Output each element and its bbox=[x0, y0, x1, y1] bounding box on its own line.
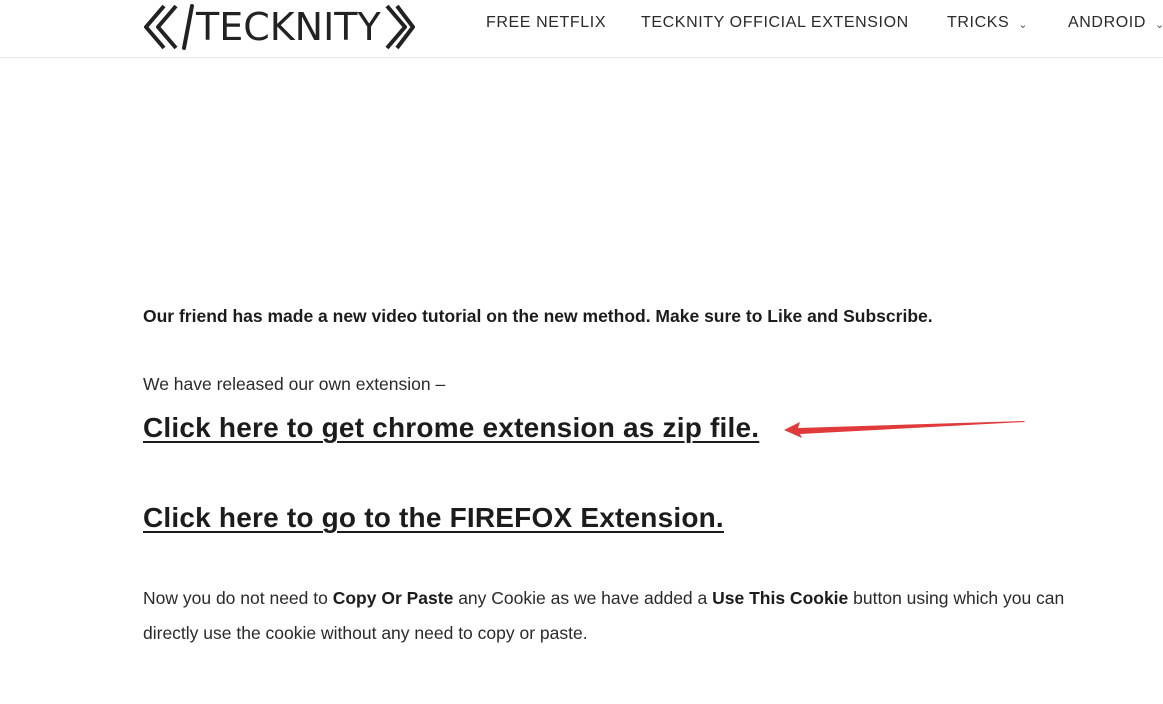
chrome-extension-link[interactable]: Click here to get chrome extension as zi… bbox=[143, 412, 759, 444]
nav-tecknity-official-extension[interactable]: TECKNITY OFFICIAL EXTENSION bbox=[641, 14, 909, 32]
blank-ad-space bbox=[142, 70, 1102, 280]
released-text: We have released our own extension – bbox=[143, 374, 446, 394]
use-this-cookie-emphasis: Use This Cookie bbox=[712, 588, 849, 608]
nav-tricks[interactable]: TRICKS ⌄ bbox=[947, 14, 1028, 32]
para-text: Now you do not need to bbox=[143, 588, 333, 608]
nav-label: TECKNITY OFFICIAL EXTENSION bbox=[641, 14, 909, 31]
para-text: any Cookie as we have added a bbox=[453, 588, 713, 608]
logo-text: TECKNITY bbox=[196, 5, 381, 49]
cookie-info-paragraph: Now you do not need to Copy Or Paste any… bbox=[143, 581, 1123, 651]
site-header: TECKNITY FREE NETFLIX TECKNITY OFFICIAL … bbox=[0, 0, 1163, 58]
nav-android[interactable]: ANDROID ⌄ bbox=[1068, 14, 1163, 32]
site-logo[interactable]: TECKNITY bbox=[142, 2, 415, 52]
right-chevrons-icon bbox=[385, 4, 415, 50]
copy-or-paste-emphasis: Copy Or Paste bbox=[332, 588, 454, 608]
left-chevrons-icon bbox=[144, 4, 178, 50]
nav-label: FREE NETFLIX bbox=[486, 14, 607, 31]
slash-icon bbox=[182, 4, 194, 50]
nav-label: ANDROID bbox=[1068, 14, 1146, 31]
firefox-extension-link[interactable]: Click here to go to the FIREFOX Extensio… bbox=[143, 502, 724, 534]
intro-text: Our friend has made a new video tutorial… bbox=[143, 306, 933, 326]
red-arrow-icon bbox=[784, 421, 1025, 438]
chevron-down-icon: ⌄ bbox=[1154, 18, 1163, 31]
nav-label: TRICKS bbox=[947, 14, 1010, 31]
nav-free-netflix[interactable]: FREE NETFLIX bbox=[486, 14, 606, 32]
chevron-down-icon: ⌄ bbox=[1018, 18, 1029, 31]
